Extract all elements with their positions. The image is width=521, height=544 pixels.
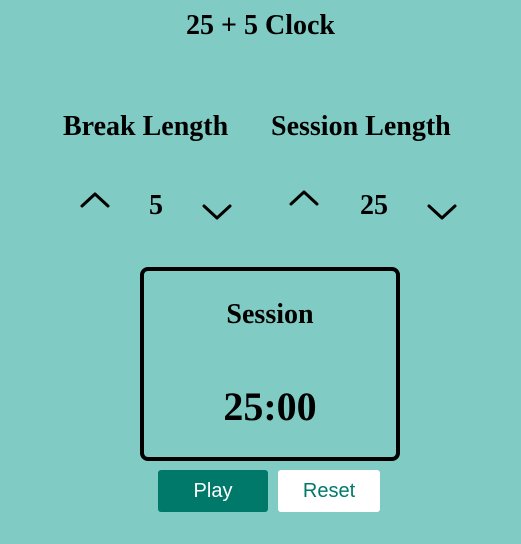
play-button[interactable]: Play	[158, 470, 268, 512]
chevron-up-icon	[289, 190, 319, 206]
break-increment-button[interactable]	[77, 188, 113, 216]
time-left: 25:00	[223, 384, 317, 429]
session-decrement-button[interactable]	[424, 196, 460, 224]
break-length-label: Break Length	[63, 111, 229, 142]
timer-display: Session 25:00	[140, 267, 400, 461]
reset-button[interactable]: Reset	[278, 470, 380, 512]
chevron-up-icon	[80, 192, 110, 208]
app-title: 25 + 5 Clock	[186, 10, 335, 41]
chevron-down-icon	[202, 204, 232, 220]
session-length-value: 25	[360, 190, 388, 221]
session-increment-button[interactable]	[286, 186, 322, 214]
break-length-value: 5	[149, 190, 163, 221]
break-decrement-button[interactable]	[199, 196, 235, 224]
session-length-label: Session Length	[271, 111, 451, 142]
timer-label: Session	[226, 299, 314, 330]
chevron-down-icon	[427, 204, 457, 220]
